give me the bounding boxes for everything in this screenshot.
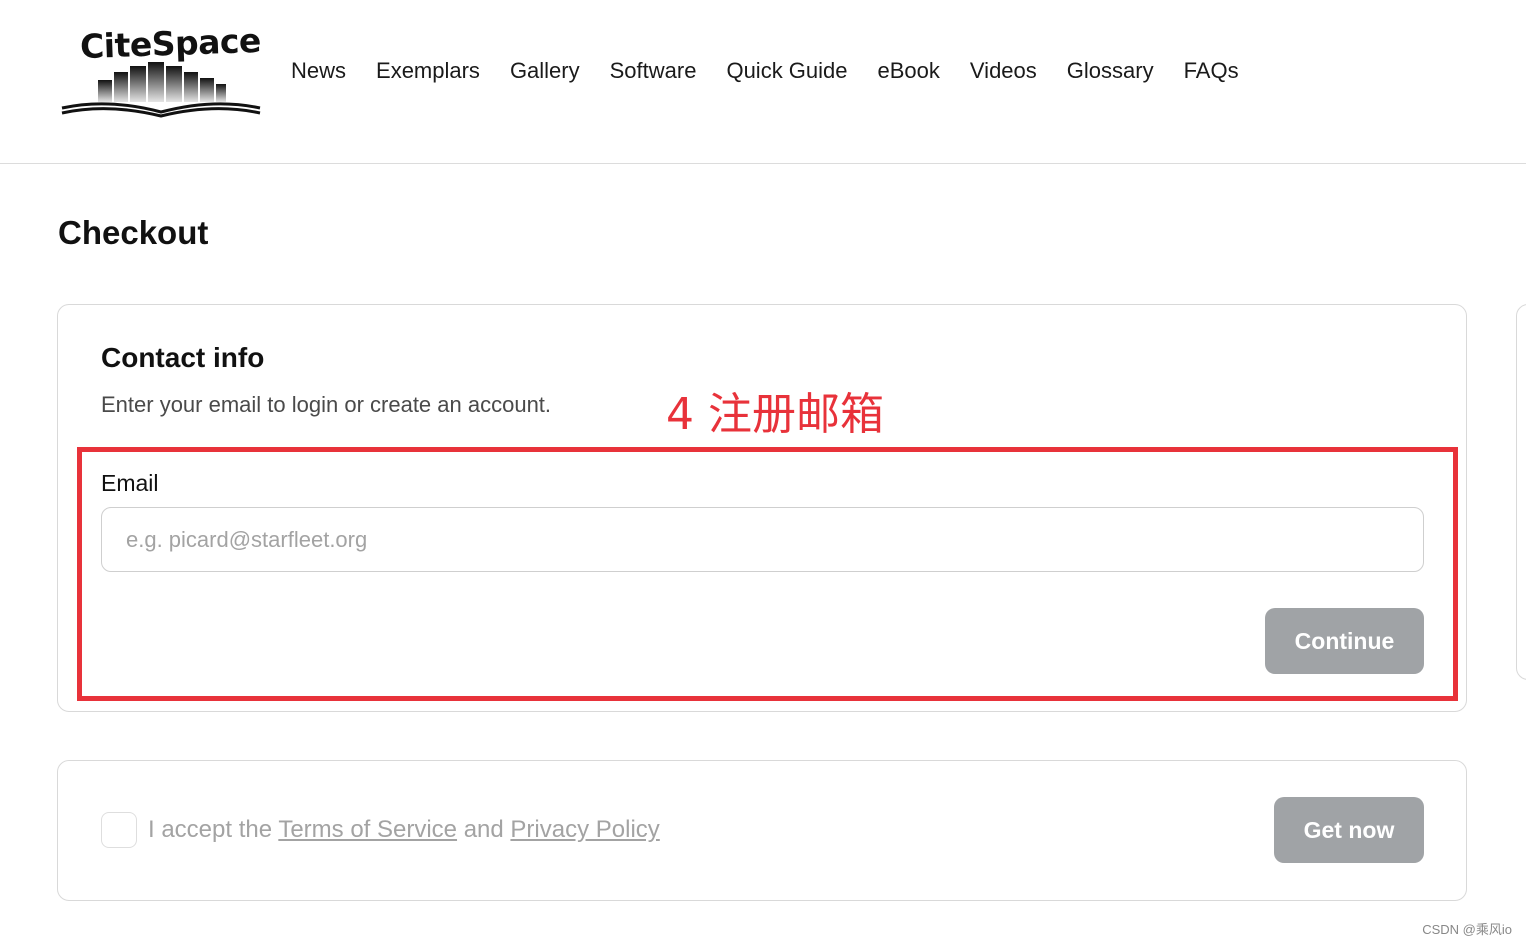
nav-quick-guide[interactable]: Quick Guide (726, 56, 847, 86)
nav-videos[interactable]: Videos (970, 56, 1037, 86)
citespace-logo[interactable]: CiteSpace (58, 21, 264, 120)
terms-prefix: I accept the (148, 816, 273, 843)
contact-info-subtitle: Enter your email to login or create an a… (101, 392, 552, 417)
nav-exemplars[interactable]: Exemplars (376, 56, 480, 86)
accept-terms-text: I accept the Terms of Service and Privac… (148, 816, 660, 844)
watermark: CSDN @乘风io (1422, 922, 1512, 937)
nav-faqs[interactable]: FAQs (1184, 56, 1239, 86)
terms-of-service-link[interactable]: Terms of Service (278, 816, 457, 843)
continue-button[interactable]: Continue (1265, 608, 1424, 674)
terms-middle: and (463, 816, 504, 843)
contact-info-title: Contact info (101, 342, 265, 373)
nav-gallery[interactable]: Gallery (510, 56, 580, 86)
get-now-button[interactable]: Get now (1274, 797, 1424, 863)
nav-glossary[interactable]: Glossary (1067, 56, 1154, 86)
nav-news[interactable]: News (291, 56, 346, 86)
main-nav: News Exemplars Gallery Software Quick Gu… (291, 56, 1269, 86)
accept-terms-checkbox[interactable] (101, 812, 137, 848)
page-title: Checkout (58, 214, 209, 251)
annotation-label: 4 注册邮箱 (666, 389, 884, 440)
nav-software[interactable]: Software (610, 56, 697, 86)
email-field[interactable] (101, 507, 1424, 572)
order-summary-card (1516, 304, 1526, 680)
privacy-policy-link[interactable]: Privacy Policy (510, 816, 659, 843)
email-label: Email (101, 470, 159, 496)
site-header: CiteSpace News Exemplars Gallery Softwar… (0, 0, 1526, 164)
nav-ebook[interactable]: eBook (878, 56, 940, 86)
annotation-highlight-box (77, 447, 1458, 701)
book-skyline-icon (61, 62, 261, 118)
